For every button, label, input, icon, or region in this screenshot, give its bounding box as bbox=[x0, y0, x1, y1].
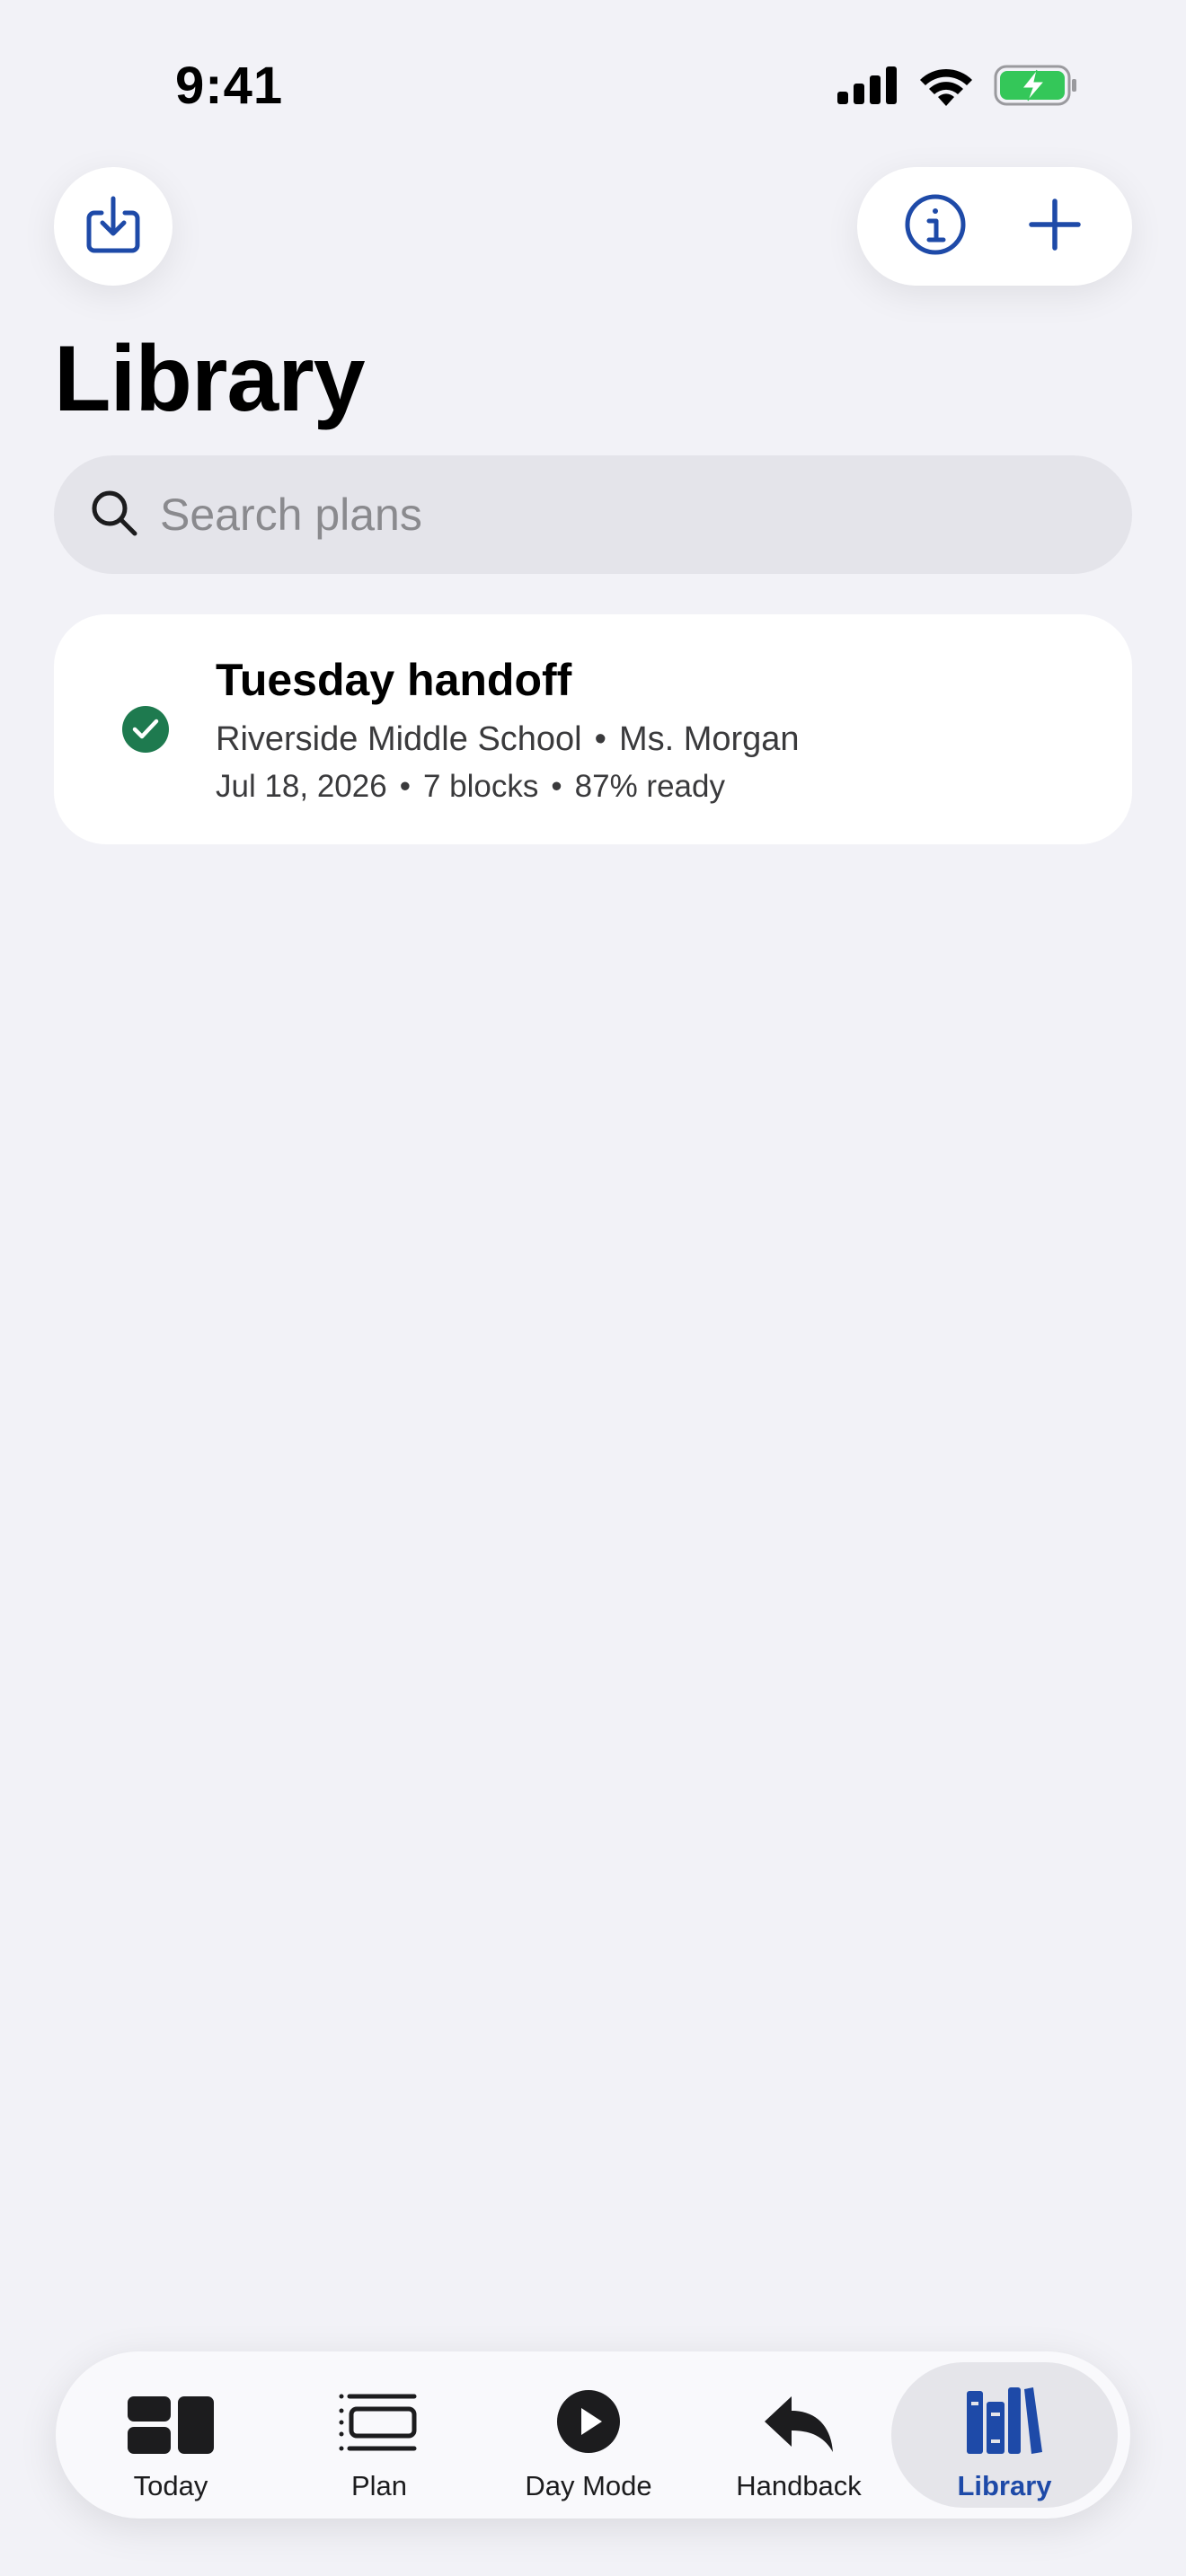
plan-teacher: Ms. Morgan bbox=[618, 720, 800, 758]
tab-library[interactable]: Library bbox=[891, 2362, 1118, 2508]
plan-school-teacher: Riverside Middle School • Ms. Morgan bbox=[216, 720, 800, 759]
page-title: Library bbox=[54, 327, 366, 431]
tab-label: Today bbox=[133, 2470, 208, 2501]
plan-meta: Jul 18, 2026 • 7 blocks • 87% ready bbox=[216, 769, 725, 805]
checkmark-circle-icon bbox=[122, 706, 169, 753]
plan-title: Tuesday handoff bbox=[216, 655, 572, 705]
play-circle-icon bbox=[556, 2373, 621, 2454]
plan-card[interactable]: Tuesday handoff Riverside Middle School •… bbox=[54, 614, 1132, 844]
tab-label: Plan bbox=[350, 2470, 408, 2501]
tray-arrow-down-icon bbox=[85, 195, 141, 259]
info-circle-icon bbox=[904, 193, 967, 260]
info-button[interactable] bbox=[886, 177, 985, 276]
tab-label: Handback bbox=[736, 2470, 862, 2501]
plan-blocks: 7 blocks bbox=[422, 769, 539, 804]
status-icons bbox=[837, 65, 1078, 110]
tab-day-mode[interactable]: Day Mode bbox=[494, 2362, 683, 2508]
cellular-signal-icon bbox=[837, 66, 898, 109]
toolbar-actions bbox=[857, 167, 1132, 286]
search-bar[interactable] bbox=[54, 455, 1132, 574]
reply-arrow-icon bbox=[763, 2373, 835, 2454]
separator-dot: • bbox=[399, 769, 411, 804]
tab-handback[interactable]: Handback bbox=[704, 2362, 893, 2508]
search-icon bbox=[90, 489, 138, 542]
wifi-icon bbox=[918, 65, 974, 110]
tab-bar: Today Plan Day Mode Handback Library bbox=[56, 2351, 1130, 2519]
library-screen: 9:41 Library Search plans Tuesday handof… bbox=[0, 0, 1186, 2576]
tab-label: Library bbox=[957, 2470, 1052, 2501]
plan-school: Riverside Middle School bbox=[216, 720, 582, 758]
separator-dot: • bbox=[551, 769, 562, 804]
dashboard-icon bbox=[128, 2373, 214, 2454]
add-plan-button[interactable] bbox=[1005, 177, 1104, 276]
tab-label: Day Mode bbox=[525, 2470, 652, 2501]
search-input[interactable] bbox=[160, 489, 1058, 541]
plus-icon bbox=[1028, 198, 1082, 256]
books-icon bbox=[967, 2373, 1042, 2454]
separator-dot: • bbox=[594, 720, 606, 758]
import-button[interactable] bbox=[54, 167, 173, 286]
tab-plan[interactable]: Plan bbox=[289, 2362, 469, 2508]
plan-date: Jul 18, 2026 bbox=[216, 769, 387, 804]
battery-charging-icon bbox=[994, 65, 1078, 110]
tab-today[interactable]: Today bbox=[81, 2362, 261, 2508]
status-time: 9:41 bbox=[175, 57, 284, 115]
plan-ready: 87% ready bbox=[574, 769, 725, 804]
list-rows-icon bbox=[339, 2373, 420, 2454]
status-bar: 9:41 bbox=[0, 0, 1186, 171]
